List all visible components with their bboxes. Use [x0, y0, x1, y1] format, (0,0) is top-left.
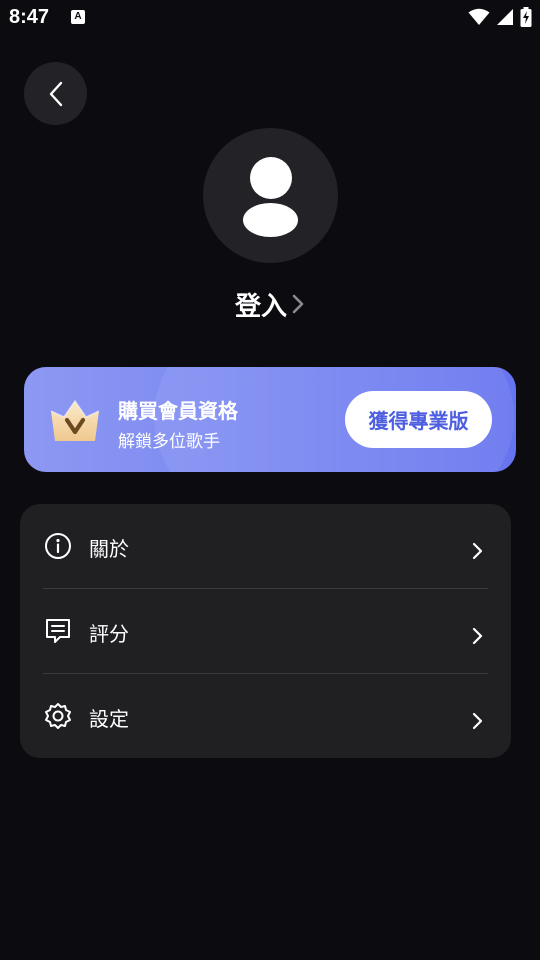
premium-title: 購買會員資格 — [118, 399, 238, 423]
gear-icon — [45, 703, 71, 729]
menu-item-label: 設定 — [89, 707, 129, 731]
get-pro-button[interactable]: 獲得專業版 — [345, 391, 492, 448]
avatar[interactable] — [203, 128, 338, 263]
menu-item-label: 關於 — [89, 537, 129, 561]
chevron-right-icon — [472, 542, 483, 560]
status-time: 8:47 — [9, 6, 50, 28]
premium-subtitle: 解鎖多位歌手 — [118, 432, 220, 452]
chevron-left-icon — [49, 81, 62, 106]
status-bar: 8:47 — [0, 0, 540, 36]
crown-icon — [50, 399, 100, 441]
wifi-icon — [468, 8, 490, 25]
menu-item-label: 評分 — [89, 622, 129, 646]
back-button[interactable] — [24, 62, 87, 125]
notification-icon — [71, 10, 85, 24]
chevron-right-icon — [292, 294, 304, 314]
menu-item-settings[interactable]: 設定 — [20, 674, 511, 759]
settings-menu: 關於 評分 設定 — [20, 504, 511, 758]
feedback-icon — [46, 619, 70, 643]
premium-banner[interactable]: 購買會員資格 解鎖多位歌手 獲得專業版 — [24, 367, 516, 472]
profile-screen: 8:47 登入 — [0, 0, 540, 960]
user-avatar-body — [243, 203, 298, 237]
menu-item-about[interactable]: 關於 — [20, 504, 511, 589]
user-avatar-icon — [250, 157, 292, 199]
battery-charging-icon — [520, 7, 532, 27]
chevron-right-icon — [472, 627, 483, 645]
cellular-signal-icon — [497, 9, 513, 25]
menu-item-rate[interactable]: 評分 — [20, 589, 511, 674]
login-link[interactable]: 登入 — [0, 284, 540, 324]
login-label: 登入 — [234, 291, 287, 322]
info-icon — [45, 533, 71, 559]
chevron-right-icon — [472, 712, 483, 730]
status-icons — [468, 6, 532, 28]
